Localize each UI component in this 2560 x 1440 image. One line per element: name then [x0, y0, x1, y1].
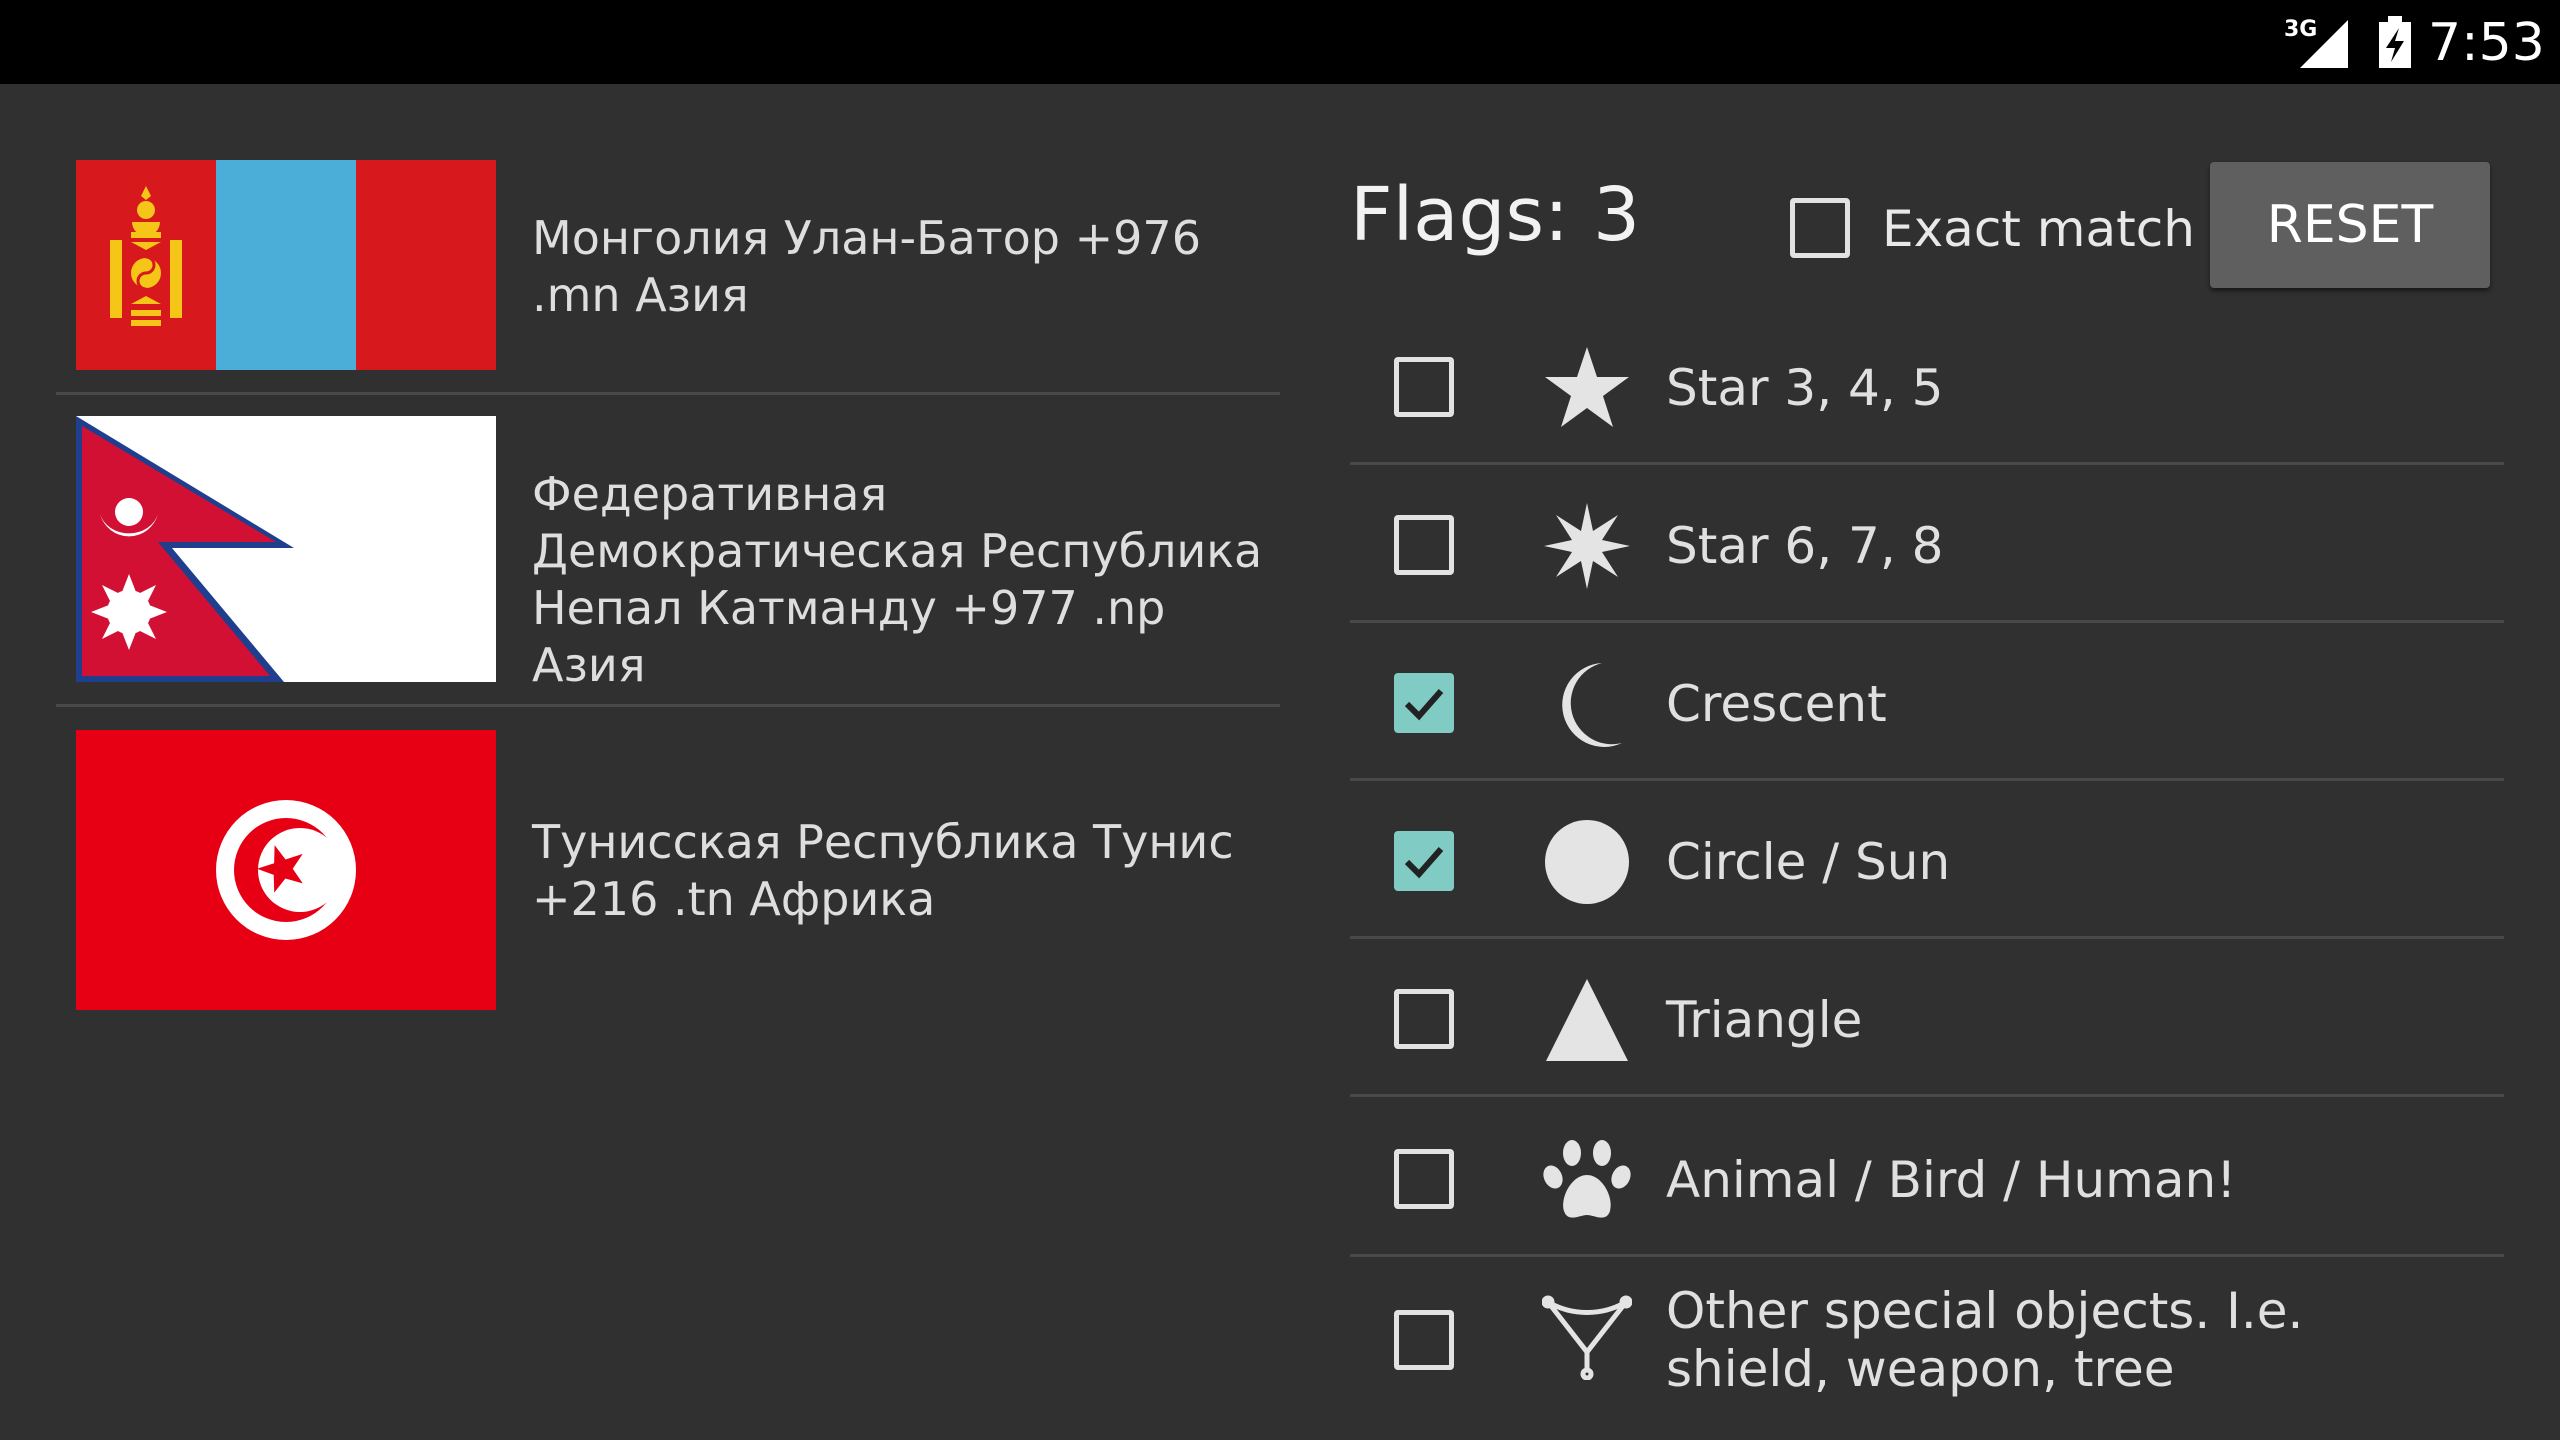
signal-icon: 3G [2284, 17, 2348, 68]
divider [1350, 620, 2504, 623]
filter-option-triangle[interactable]: Triangle [1350, 942, 2504, 1097]
list-item[interactable]: Монголия Улан-Батор +976 .mn Азия [56, 160, 1280, 374]
filter-checkbox[interactable] [1394, 989, 1454, 1049]
star-burst-icon [1544, 503, 1630, 589]
list-item[interactable]: Тунисская Республика Тунис +216 .tn Афри… [56, 730, 1280, 1010]
triangle-icon [1546, 979, 1628, 1061]
country-description: Федеративная Демократическая Республика … [532, 467, 1263, 692]
divider [56, 704, 1280, 707]
filter-label: Circle / Sun [1666, 832, 1951, 891]
divider [1350, 1094, 2504, 1097]
star-icon [1545, 347, 1629, 427]
reset-button[interactable]: RESET [2210, 162, 2490, 288]
exact-match-label: Exact match [1882, 200, 2195, 258]
filter-label: Star 6, 7, 8 [1666, 516, 1944, 575]
filter-label: Crescent [1666, 674, 1887, 733]
special-object-icon [1542, 1295, 1632, 1380]
divider [1350, 1254, 2504, 1257]
divider [56, 392, 1280, 395]
filter-label: Star 3, 4, 5 [1666, 358, 1944, 417]
filter-checkbox[interactable] [1394, 1310, 1454, 1370]
flags-count-label: Flags: [1350, 172, 1569, 258]
network-type-label: 3G [2284, 17, 2317, 42]
filter-option-crescent[interactable]: Crescent [1350, 626, 2504, 781]
check-icon [1404, 689, 1444, 721]
circle-icon [1545, 820, 1629, 904]
divider [1350, 462, 2504, 465]
country-description: Тунисская Республика Тунис +216 .tn Афри… [532, 815, 1234, 926]
exact-match-checkbox[interactable] [1790, 198, 1850, 258]
filter-label: Triangle [1666, 990, 1863, 1049]
clock: 7:53 [2428, 13, 2545, 73]
filter-checkbox[interactable] [1394, 673, 1454, 733]
filter-option-animal-bird-human[interactable]: Animal / Bird / Human! [1350, 1102, 2504, 1257]
filter-option-star-3-4-5[interactable]: Star 3, 4, 5 [1350, 310, 2504, 465]
check-icon [1404, 847, 1444, 879]
filter-checkbox[interactable] [1394, 515, 1454, 575]
list-item[interactable]: Федеративная Демократическая Республика … [56, 416, 1280, 696]
filter-label: Animal / Bird / Human! [1666, 1150, 2237, 1209]
nepal-flag-icon [76, 416, 496, 682]
tunisia-flag-icon [76, 730, 496, 1010]
flags-count: Flags: 3 [1350, 172, 1664, 258]
divider [1350, 778, 2504, 781]
crescent-icon [1562, 663, 1622, 747]
mongolia-flag-icon [76, 160, 496, 370]
filter-panel: Flags: 3 Exact match RESET Star 3, 4, 5 S… [1300, 84, 2560, 1440]
filter-option-special-objects[interactable]: Other special objects. I.e. shield, weap… [1350, 1260, 2504, 1440]
filter-option-star-6-7-8[interactable]: Star 6, 7, 8 [1350, 468, 2504, 623]
status-bar: 3G 7:53 [0, 0, 2560, 84]
country-description: Монголия Улан-Батор +976 .mn Азия [532, 211, 1201, 322]
flags-count-value: 3 [1592, 172, 1641, 258]
divider [1350, 936, 2504, 939]
filter-label: Other special objects. I.e. shield, weap… [1666, 1282, 2304, 1398]
battery-charging-icon [2379, 16, 2411, 68]
filter-option-circle-sun[interactable]: Circle / Sun [1350, 784, 2504, 939]
paw-icon [1543, 1140, 1631, 1218]
filter-checkbox[interactable] [1394, 831, 1454, 891]
filter-checkbox[interactable] [1394, 1149, 1454, 1209]
filter-checkbox[interactable] [1394, 357, 1454, 417]
